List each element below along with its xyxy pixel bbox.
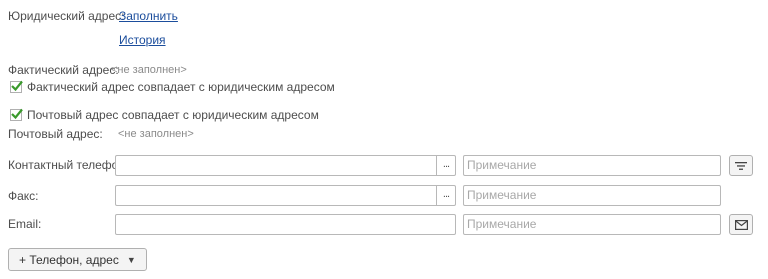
postal-address-same-label: Почтовый адрес совпадает с юридическим а… (27, 108, 319, 122)
envelope-icon (734, 219, 748, 230)
email-label: Email: (8, 217, 42, 231)
checkmark-icon (11, 108, 23, 120)
dropdown-arrow-icon: ▼ (126, 254, 136, 265)
postal-address-same-checkbox-row[interactable]: Почтовый адрес совпадает с юридическим а… (10, 108, 319, 122)
postal-address-same-checkbox[interactable] (10, 108, 23, 121)
legal-address-history-link[interactable]: История (119, 33, 166, 47)
actual-address-label: Фактический адрес: (8, 63, 119, 77)
fax-label: Факс: (8, 189, 39, 203)
fax-note-input[interactable]: Примечание (463, 185, 721, 206)
checkmark-icon (11, 80, 23, 92)
actual-address-same-checkbox[interactable] (10, 80, 23, 93)
actual-address-value[interactable]: <не заполнен> (111, 64, 187, 76)
phone-input-field[interactable] (116, 156, 437, 175)
fax-input-field[interactable] (116, 186, 437, 205)
fax-select-button[interactable]: ... (437, 186, 455, 205)
phone-input[interactable]: ... (115, 155, 456, 176)
phone-label: Контактный телефон: (8, 158, 129, 172)
postal-address-value: <не заполнен> (118, 128, 194, 140)
actual-address-same-label: Фактический адрес совпадает с юридически… (27, 80, 335, 94)
email-note-input[interactable]: Примечание (463, 214, 721, 235)
phone-note-input[interactable]: Примечание (463, 155, 721, 176)
fill-legal-address-link[interactable]: Заполнить (119, 9, 178, 23)
actual-address-same-checkbox-row[interactable]: Фактический адрес совпадает с юридически… (10, 80, 335, 94)
send-email-button[interactable] (729, 214, 753, 235)
phone-select-button[interactable]: ... (437, 156, 455, 175)
phone-details-button[interactable] (729, 155, 753, 176)
legal-address-label: Юридический адрес: (8, 9, 125, 23)
postal-address-label: Почтовый адрес: (8, 127, 103, 141)
fax-input[interactable]: ... (115, 185, 456, 206)
add-phone-address-label: + Телефон, адрес (19, 252, 119, 267)
email-input[interactable] (115, 214, 456, 235)
list-icon (735, 161, 747, 170)
add-phone-address-button[interactable]: + Телефон, адрес ▼ (8, 248, 147, 271)
